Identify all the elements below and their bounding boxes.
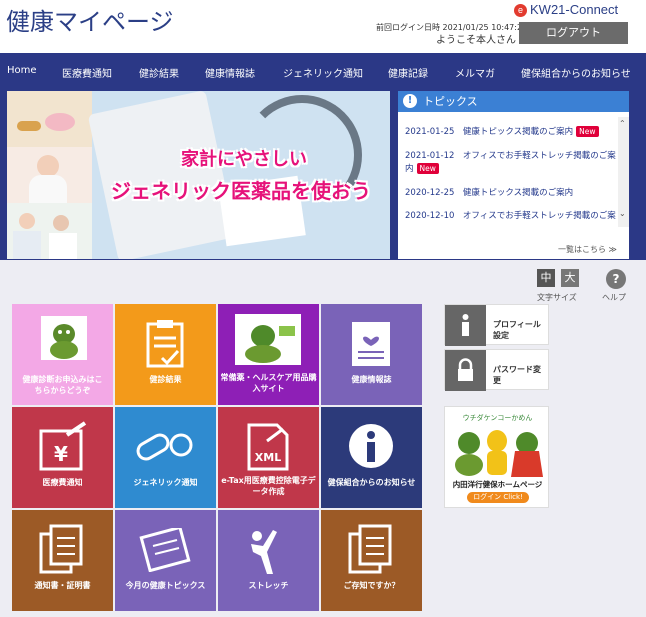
tile-label: 通知書・証明書 bbox=[34, 581, 91, 590]
new-badge: New bbox=[416, 163, 439, 174]
svg-text:XML: XML bbox=[255, 451, 281, 464]
tile-generic-notice[interactable]: ジェネリック通知 bbox=[115, 407, 216, 508]
tile-health-magazine[interactable]: 健康情報誌 bbox=[321, 304, 422, 405]
main-nav: Home 医療費通知 健診結果 健康情報誌 ジェネリック通知 健康記録 メルマガ… bbox=[0, 53, 646, 91]
tile-label: 健康情報誌 bbox=[351, 375, 392, 384]
tile-stretch[interactable]: ストレッチ bbox=[218, 510, 319, 611]
tile-checkup-apply[interactable]: 健康診断お申込みはこちらからどうぞ bbox=[12, 304, 113, 405]
profile-settings-button[interactable]: プロフィール設定 bbox=[444, 304, 549, 346]
welcome-message: ようこそ本人さん bbox=[436, 35, 516, 46]
tile-did-you-know[interactable]: ご存知ですか？ bbox=[321, 510, 422, 611]
font-size-medium-button[interactable]: 中 bbox=[537, 269, 555, 287]
tile-label: 健保組合からのお知らせ bbox=[327, 478, 416, 487]
tile-label: 常備薬・ヘルスケア用品購入サイト bbox=[220, 373, 317, 393]
topics-more-link[interactable]: 一覧はこちら ≫ bbox=[558, 244, 617, 255]
banner-line-2: ジェネリック医薬品を使おう bbox=[111, 179, 371, 203]
site-title[interactable]: 健康マイページ bbox=[6, 2, 174, 37]
profile-settings-label: プロフィール設定 bbox=[493, 320, 541, 340]
mascot-icon bbox=[235, 314, 301, 365]
brand-logo: e KW21-Connect bbox=[514, 2, 618, 17]
topics-scrollbar[interactable]: ⌃ ⌄ bbox=[618, 117, 629, 227]
tile-label: 健診結果 bbox=[149, 375, 182, 384]
topics-title: トピックス bbox=[423, 95, 478, 108]
newspaper-icon bbox=[139, 528, 191, 572]
brand-name: KW21-Connect bbox=[530, 2, 619, 17]
tile-medical-bills[interactable]: ¥ 医療費通知 bbox=[12, 407, 113, 508]
pharmacist-photo bbox=[7, 203, 92, 259]
topic-link[interactable]: 2021-01-25 健康トピックス掲載のご案内 bbox=[405, 127, 573, 137]
logout-button[interactable]: ログアウト bbox=[519, 22, 628, 44]
topic-link[interactable]: 2020-12-10 オフィスでお手軽ストレッチ掲載のご案 bbox=[405, 211, 616, 221]
font-size-label: 文字サイズ bbox=[537, 293, 577, 302]
nav-union-news[interactable]: 健保組合からのお知らせ bbox=[521, 65, 631, 80]
topic-item[interactable]: 2021-01-12 オフィスでお手軽ストレッチ掲載のご案内 New bbox=[405, 150, 617, 176]
tile-label: ご存知ですか？ bbox=[343, 581, 400, 590]
nav-medical-bills[interactable]: 医療費通知 bbox=[62, 65, 112, 80]
person-icon bbox=[445, 305, 486, 346]
new-badge: New bbox=[576, 126, 599, 137]
stretch-figure-icon bbox=[251, 530, 277, 574]
topic-item[interactable]: 2021-01-25 健康トピックス掲載のご案内 New bbox=[405, 126, 617, 139]
tile-checkup-results[interactable]: 健診結果 bbox=[115, 304, 216, 405]
documents-icon bbox=[39, 524, 83, 574]
nav-health-records[interactable]: 健康記録 bbox=[388, 65, 428, 80]
tile-health-topics[interactable]: 今月の健康トピックス bbox=[115, 510, 216, 611]
tile-label: ジェネリック通知 bbox=[133, 478, 198, 487]
help-label: ヘルプ bbox=[602, 293, 626, 302]
lock-icon bbox=[445, 350, 486, 391]
double-chevron-right-icon: ≫ bbox=[606, 245, 617, 254]
topic-item[interactable]: 2020-12-25 健康トピックス掲載のご案内 bbox=[405, 187, 617, 200]
tile-healthcare-shop[interactable]: 常備薬・ヘルスケア用品購入サイト bbox=[218, 304, 319, 405]
scroll-down-icon[interactable]: ⌄ bbox=[619, 209, 626, 218]
union-homepage-banner[interactable]: ウチダケンコーかめん 内田洋行健保ホームページ ログイン Click! bbox=[444, 406, 549, 508]
topic-item[interactable]: 2020-12-10 オフィスでお手軽ストレッチ掲載のご案 bbox=[405, 210, 617, 223]
tile-union-news[interactable]: 健保組合からのお知らせ bbox=[321, 407, 422, 508]
documents-icon bbox=[348, 524, 392, 574]
mascot-login-button[interactable]: ログイン Click! bbox=[467, 492, 529, 503]
xml-file-icon: XML bbox=[247, 423, 289, 471]
mascot-icon bbox=[41, 316, 87, 360]
font-size-large-button[interactable]: 大 bbox=[561, 269, 579, 287]
svg-text:¥: ¥ bbox=[54, 442, 68, 466]
nav-mail-magazine[interactable]: メルマガ bbox=[455, 65, 495, 80]
yen-syringe-icon: ¥ bbox=[39, 421, 87, 471]
nav-home[interactable]: Home bbox=[7, 65, 37, 76]
woman-thinking-photo bbox=[7, 147, 92, 203]
nav-generic-notice[interactable]: ジェネリック通知 bbox=[283, 65, 363, 80]
tile-etax-data[interactable]: XML e-Tax用医療費控除電子データ作成 bbox=[218, 407, 319, 508]
topics-header: ! トピックス bbox=[398, 91, 629, 112]
info-icon bbox=[349, 424, 393, 468]
tile-notices-certificates[interactable]: 通知書・証明書 bbox=[12, 510, 113, 611]
alert-icon: ! bbox=[403, 94, 417, 108]
scroll-up-icon[interactable]: ⌃ bbox=[619, 119, 626, 128]
generic-drug-banner[interactable]: 家計にやさしい ジェネリック医薬品を使おう bbox=[7, 91, 390, 259]
tile-label: e-Tax用医療費控除電子データ作成 bbox=[221, 476, 316, 496]
tile-label: 今月の健康トピックス bbox=[125, 581, 206, 590]
nav-checkup-results[interactable]: 健診結果 bbox=[139, 65, 179, 80]
banner-line-1: 家計にやさしい bbox=[181, 149, 307, 170]
password-change-button[interactable]: パスワード変更 bbox=[444, 349, 549, 391]
coins-photo bbox=[7, 91, 92, 147]
magazine-heart-icon bbox=[352, 322, 390, 366]
clipboard-check-icon bbox=[146, 320, 184, 368]
tile-label: 医療費通知 bbox=[42, 478, 83, 487]
nav-health-magazine[interactable]: 健康情報誌 bbox=[205, 65, 255, 80]
brand-e-icon: e bbox=[514, 4, 527, 17]
help-button[interactable]: ? bbox=[606, 269, 626, 289]
topic-link[interactable]: 2020-12-25 健康トピックス掲載のご案内 bbox=[405, 188, 573, 198]
tile-label: ストレッチ bbox=[248, 581, 289, 590]
password-change-label: パスワード変更 bbox=[493, 365, 541, 385]
mascot-title: 内田洋行健保ホームページ bbox=[452, 480, 543, 489]
topics-more-label[interactable]: 一覧はこちら bbox=[558, 245, 606, 254]
mascot-heroes-icon bbox=[455, 430, 543, 477]
tile-label: 健康診断お申込みはこちらからどうぞ bbox=[22, 375, 103, 395]
pills-icon bbox=[136, 433, 193, 461]
header: 健康マイページ e KW21-Connect 前回ログイン日時 2021/01/2… bbox=[0, 0, 646, 53]
